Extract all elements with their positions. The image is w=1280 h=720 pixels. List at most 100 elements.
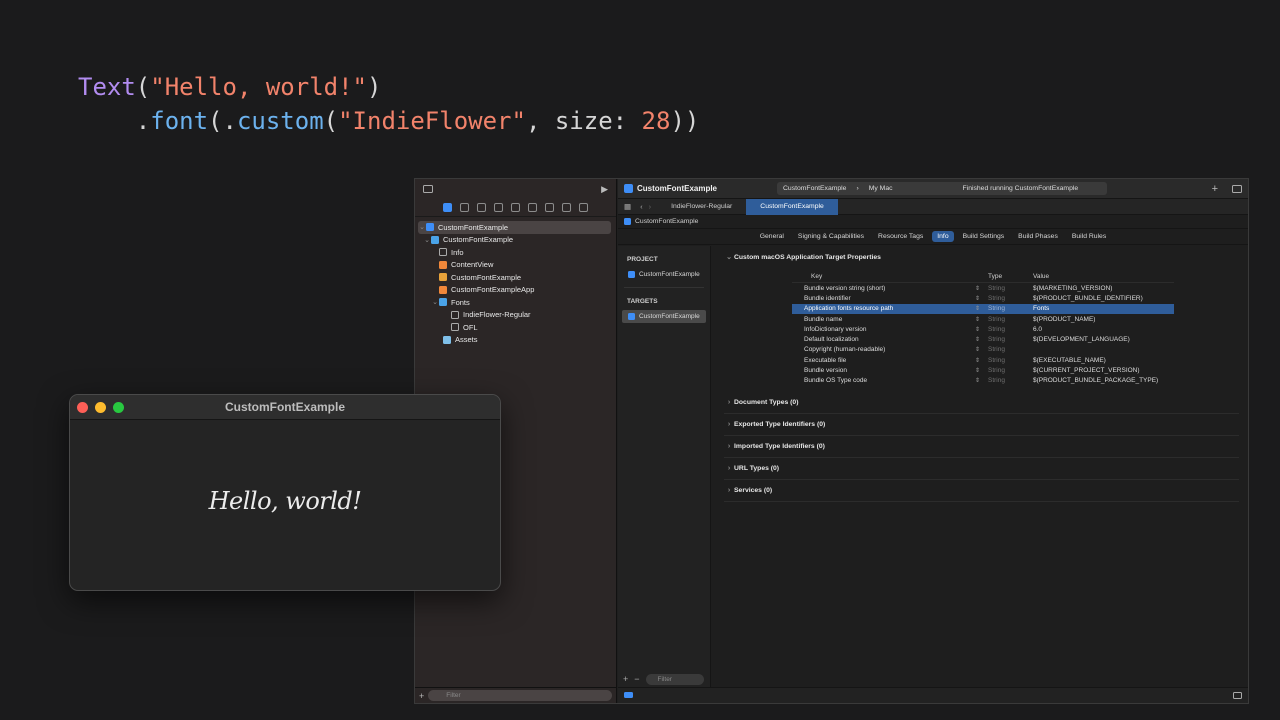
row-type[interactable]: String: [984, 357, 1029, 364]
tab-build-settings[interactable]: Build Settings: [958, 231, 1010, 242]
chevron-right-icon[interactable]: ›: [724, 443, 734, 450]
stepper-icon[interactable]: ⇕: [975, 305, 980, 312]
debug-icon[interactable]: [545, 203, 554, 212]
table-row[interactable]: Default localization ⇕ String $(DEVELOPMENT…: [792, 334, 1174, 344]
source-control-icon[interactable]: [460, 203, 469, 212]
table-row[interactable]: Bundle name ⇕ String $(PRODUCT_NAME): [792, 314, 1174, 324]
add-icon[interactable]: +: [623, 674, 628, 684]
chevron-right-icon[interactable]: ›: [724, 465, 734, 472]
stepper-icon[interactable]: ⇕: [975, 326, 980, 333]
section-collapsed[interactable]: › Services (0): [724, 480, 1239, 502]
row-key[interactable]: Default localization ⇕: [792, 336, 984, 343]
debug-area-icon[interactable]: [1233, 692, 1242, 699]
tree-item-project[interactable]: ⌄ CustomFontExample: [418, 221, 611, 234]
tree-item-contentview[interactable]: ContentView: [415, 259, 616, 272]
tree-item-info[interactable]: Info: [415, 246, 616, 259]
scheme-selector[interactable]: CustomFontExample › My Mac Finished runn…: [777, 182, 1107, 195]
row-type[interactable]: String: [984, 367, 1029, 374]
row-value[interactable]: $(PRODUCT_BUNDLE_PACKAGE_TYPE): [1029, 377, 1174, 384]
tree-item-fonts[interactable]: ⌄ Fonts: [415, 296, 616, 309]
row-value[interactable]: $(EXECUTABLE_NAME): [1029, 357, 1174, 364]
row-type[interactable]: String: [984, 295, 1029, 302]
row-type[interactable]: String: [984, 377, 1029, 384]
column-type[interactable]: Type: [984, 273, 1029, 280]
grid-icon[interactable]: ▦: [618, 202, 637, 211]
tree-item-entitlements[interactable]: CustomFontExample: [415, 271, 616, 284]
row-key[interactable]: Bundle version ⇕: [792, 367, 984, 374]
row-type[interactable]: String: [984, 326, 1029, 333]
breakpoint-icon[interactable]: [562, 203, 571, 212]
row-key[interactable]: Application fonts resource path ⇕: [792, 305, 984, 312]
tree-item-ofl[interactable]: OFL: [415, 321, 616, 334]
table-row[interactable]: Application fonts resource path ⇕ String Fo…: [792, 303, 1174, 314]
folder-icon[interactable]: [443, 203, 452, 212]
column-key[interactable]: Key: [792, 273, 984, 280]
row-value[interactable]: $(PRODUCT_BUNDLE_IDENTIFIER): [1029, 295, 1174, 302]
tab-font-file[interactable]: IndieFlower-Regular: [657, 199, 746, 215]
tree-item-assets[interactable]: Assets: [415, 334, 616, 347]
chevron-down-icon[interactable]: ⌄: [431, 298, 439, 306]
destination-name[interactable]: My Mac: [869, 185, 893, 192]
project-item[interactable]: CustomFontExample: [622, 268, 706, 281]
tree-item-font-file[interactable]: IndieFlower-Regular: [415, 309, 616, 322]
section-collapsed[interactable]: › Document Types (0): [724, 392, 1239, 414]
stepper-icon[interactable]: ⇕: [975, 285, 980, 292]
table-row[interactable]: Bundle version ⇕ String $(CURRENT_PROJECT_V…: [792, 365, 1174, 375]
chevron-down-icon[interactable]: ⌄: [724, 253, 734, 261]
row-value[interactable]: $(CURRENT_PROJECT_VERSION): [1029, 367, 1174, 374]
row-type[interactable]: String: [984, 316, 1029, 323]
row-type[interactable]: String: [984, 336, 1029, 343]
tab-signing[interactable]: Signing & Capabilities: [793, 231, 869, 242]
column-value[interactable]: Value: [1029, 273, 1174, 280]
row-key[interactable]: Bundle version string (short) ⇕: [792, 285, 984, 292]
section-collapsed[interactable]: › Exported Type Identifiers (0): [724, 414, 1239, 436]
tab-project[interactable]: CustomFontExample: [746, 198, 838, 215]
bookmark-icon[interactable]: [477, 203, 486, 212]
row-value[interactable]: Fonts: [1029, 305, 1174, 312]
row-key[interactable]: Bundle identifier ⇕: [792, 295, 984, 302]
table-row[interactable]: Bundle OS Type code ⇕ String $(PRODUCT_BUND…: [792, 376, 1174, 386]
row-key[interactable]: Bundle OS Type code ⇕: [792, 377, 984, 384]
console-toggle-icon[interactable]: [624, 692, 633, 698]
chevron-down-icon[interactable]: ⌄: [423, 236, 431, 244]
row-key[interactable]: InfoDictionary version ⇕: [792, 326, 984, 333]
sidebar-toggle-icon[interactable]: [423, 185, 433, 193]
chevron-right-icon[interactable]: ›: [724, 421, 734, 428]
row-type[interactable]: String: [984, 285, 1029, 292]
row-type[interactable]: String: [984, 346, 1029, 353]
forward-icon[interactable]: ›: [646, 202, 658, 211]
section-collapsed[interactable]: › URL Types (0): [724, 458, 1239, 480]
warning-icon[interactable]: [511, 203, 520, 212]
stepper-icon[interactable]: ⇕: [975, 357, 980, 364]
stepper-icon[interactable]: ⇕: [975, 377, 980, 384]
run-icon[interactable]: ▶: [601, 184, 608, 195]
navigator-filter-input[interactable]: Filter: [428, 690, 612, 701]
chevron-right-icon[interactable]: ›: [724, 399, 734, 406]
stepper-icon[interactable]: ⇕: [975, 336, 980, 343]
row-value[interactable]: $(MARKETING_VERSION): [1029, 285, 1174, 292]
search-icon[interactable]: [494, 203, 503, 212]
table-row[interactable]: InfoDictionary version ⇕ String 6.0: [792, 324, 1174, 334]
stepper-icon[interactable]: ⇕: [975, 295, 980, 302]
row-key[interactable]: Bundle name ⇕: [792, 316, 984, 323]
test-icon[interactable]: [528, 203, 537, 212]
target-item[interactable]: CustomFontExample: [622, 310, 706, 323]
target-filter-input[interactable]: Filter: [645, 673, 704, 685]
row-value[interactable]: $(DEVELOPMENT_LANGUAGE): [1029, 336, 1174, 343]
table-row[interactable]: Bundle identifier ⇕ String $(PRODUCT_BUNDLE…: [792, 293, 1174, 303]
chevron-down-icon[interactable]: ⌄: [418, 223, 426, 231]
breadcrumb-item[interactable]: CustomFontExample: [635, 218, 698, 225]
row-type[interactable]: String: [984, 305, 1029, 312]
tab-general[interactable]: General: [755, 231, 789, 242]
row-key[interactable]: Copyright (human-readable) ⇕: [792, 346, 984, 353]
tab-build-rules[interactable]: Build Rules: [1067, 231, 1111, 242]
add-icon[interactable]: +: [1212, 183, 1218, 195]
scheme-name[interactable]: CustomFontExample: [783, 185, 846, 192]
stepper-icon[interactable]: ⇕: [975, 346, 980, 353]
report-icon[interactable]: [579, 203, 588, 212]
add-icon[interactable]: +: [419, 691, 424, 701]
inspector-toggle-icon[interactable]: [1232, 184, 1242, 193]
tab-build-phases[interactable]: Build Phases: [1013, 231, 1063, 242]
remove-icon[interactable]: −: [634, 674, 639, 684]
tree-item-group[interactable]: ⌄ CustomFontExample: [415, 234, 616, 247]
